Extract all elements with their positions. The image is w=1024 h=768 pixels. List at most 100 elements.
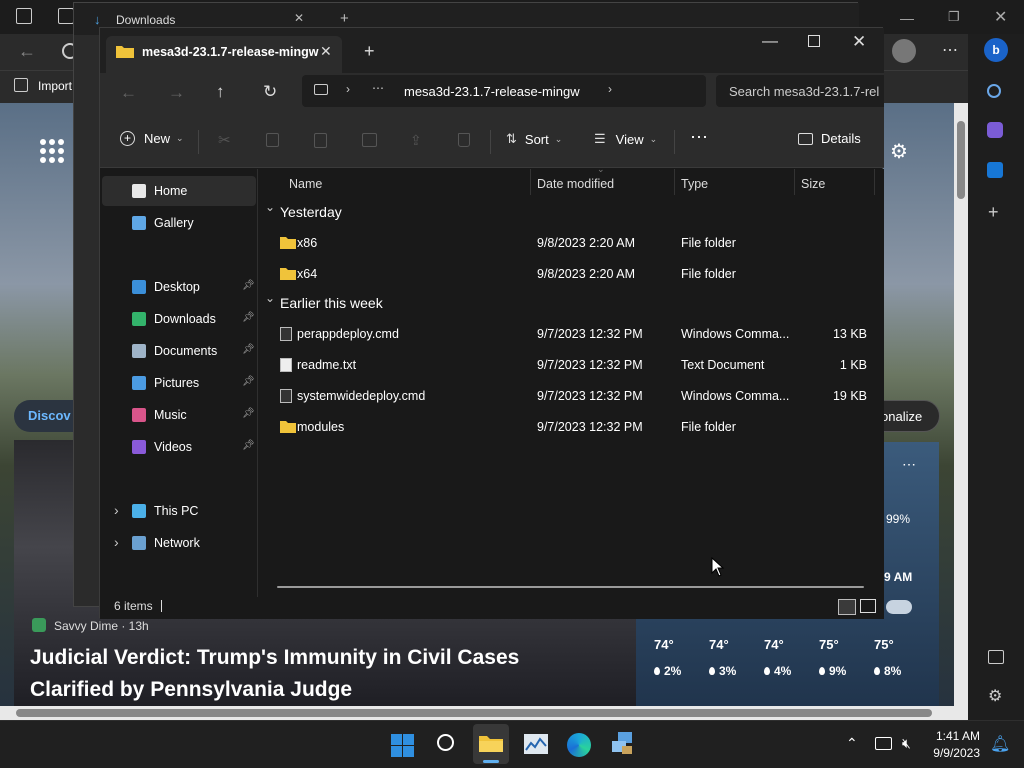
add-sidebar-icon[interactable]: + [988,202,999,223]
file-row[interactable]: readme.txt 9/7/2023 12:32 PM Text Document… [259,350,884,381]
nav-item-downloads[interactable]: Downloads 📌︎ [102,304,256,334]
column-divider[interactable] [874,169,875,195]
browser-close-button[interactable]: ✕ [994,7,1007,27]
explorer-tab[interactable]: mesa3d-23.1.7-release-mingw ✕ [106,36,342,73]
pin-icon[interactable]: 📌︎ [242,280,255,291]
refresh-icon[interactable]: ↻ [263,82,277,102]
nav-item-pictures[interactable]: Pictures 📌︎ [102,368,256,398]
new-button[interactable]: + New ⌄ [120,131,184,146]
new-tab-icon[interactable]: + [364,41,375,62]
new-tab-icon[interactable]: + [340,10,349,27]
article-headline-line2[interactable]: Clarified by Pennsylvania Judge [30,678,352,702]
file-row[interactable]: systemwidedeploy.cmd 9/7/2023 12:32 PM Win… [259,381,884,412]
file-row[interactable]: perappdeploy.cmd 9/7/2023 12:32 PM Windows… [259,319,884,350]
nav-item-this-pc[interactable]: › This PC [102,496,256,526]
nav-item-home[interactable]: Home [102,176,256,206]
browser-menu-icon[interactable]: ⋯ [942,40,958,60]
maximize-button[interactable] [808,35,820,47]
taskbar-explorer-button[interactable] [473,724,509,764]
edge-icon[interactable] [567,733,591,757]
share-icon[interactable]: ⇪ [410,132,422,149]
view-button[interactable]: ☰ View ⌄ [594,131,657,147]
pin-icon[interactable]: 📌︎ [242,312,255,323]
address-bar[interactable]: › ⋯ mesa3d-23.1.7-release-mingw › [302,75,706,107]
sidebar-search-icon[interactable] [987,84,1001,98]
office-icon[interactable] [987,122,1003,138]
group-header[interactable]: ⌄ Earlier this week [259,290,884,318]
copy-icon[interactable] [266,133,279,147]
task-manager-icon[interactable] [524,734,548,754]
nav-item-videos[interactable]: Videos 📌︎ [102,432,256,462]
chevron-right-icon[interactable]: › [346,82,350,96]
pin-icon[interactable]: 📌︎ [242,408,255,419]
favorites-import-link[interactable]: Import [38,79,72,93]
chevron-right-icon[interactable]: › [608,82,612,96]
pin-icon[interactable]: 📌︎ [242,376,255,387]
up-icon[interactable]: ↑ [216,82,225,102]
column-size[interactable]: Size [801,177,825,191]
search-icon[interactable] [437,734,454,751]
page-vertical-scrollbar[interactable] [954,103,968,708]
horizontal-scrollbar[interactable] [277,586,864,588]
close-button[interactable]: ✕ [852,32,866,52]
copilot-icon[interactable]: b [984,38,1008,62]
file-row[interactable]: x64 9/8/2023 2:20 AM File folder [259,259,884,290]
minimize-button[interactable]: — [762,33,778,51]
page-horizontal-scrollbar[interactable] [0,706,968,720]
more-options-icon[interactable]: ⋯ [690,127,708,148]
details-view-icon[interactable] [838,599,856,615]
sidebar-settings-icon[interactable]: ⚙ [988,686,1002,706]
search-box[interactable]: Search mesa3d-23.1.7-rel [716,75,884,107]
profile-avatar[interactable] [892,39,916,63]
browser-restore-button[interactable]: ❐ [948,9,960,25]
personalize-button[interactable]: onalize [878,400,940,432]
browser-minimize-button[interactable]: — [900,10,914,26]
scrollbar-thumb[interactable] [16,709,932,717]
close-tab-icon[interactable]: ✕ [320,43,332,60]
network-icon[interactable] [875,737,892,750]
clock-time[interactable]: 1:41 AM [932,729,980,743]
rename-icon[interactable] [362,133,377,147]
remote-desktop-icon[interactable] [612,732,636,756]
file-row[interactable]: x86 9/8/2023 2:20 AM File folder [259,228,884,259]
back-icon[interactable]: ← [120,83,137,103]
column-divider[interactable] [674,169,675,195]
tiles-view-icon[interactable] [860,599,876,613]
start-icon[interactable] [391,734,414,757]
search-input[interactable]: Search mesa3d-23.1.7-rel [729,84,879,99]
breadcrumb[interactable]: mesa3d-23.1.7-release-mingw [404,84,580,99]
clock-date[interactable]: 9/9/2023 [926,746,980,760]
nav-item-documents[interactable]: Documents 📌︎ [102,336,256,366]
article-headline-line1[interactable]: Judicial Verdict: Trump's Immunity in Ci… [30,646,519,670]
group-header[interactable]: ⌄ Yesterday [259,199,884,227]
nav-item-desktop[interactable]: Desktop 📌︎ [102,272,256,302]
chevron-right-icon[interactable]: › [114,534,119,550]
outlook-icon[interactable] [987,162,1003,178]
file-row[interactable]: modules 9/7/2023 12:32 PM File folder [259,412,884,443]
nav-item-network[interactable]: › Network [102,528,256,558]
page-settings-icon[interactable]: ⚙ [890,139,908,164]
close-icon[interactable]: ✕ [294,11,304,25]
nav-item-music[interactable]: Music 📌︎ [102,400,256,430]
sidebar-toggle-icon[interactable] [988,650,1004,664]
tab-actions-icon[interactable] [16,8,32,24]
weather-more-icon[interactable]: ⋯ [902,456,916,473]
pin-icon[interactable]: 📌︎ [242,440,255,451]
pin-icon[interactable]: 📌︎ [242,344,255,355]
browser-back-icon[interactable]: ← [18,41,36,62]
sort-button[interactable]: ⇅ Sort ⌄ [506,131,562,147]
background-tab-title[interactable]: Downloads [116,13,175,27]
column-divider[interactable] [794,169,795,195]
column-divider[interactable] [530,169,531,195]
apps-grid-icon[interactable] [40,139,64,163]
column-type[interactable]: Type [681,177,708,191]
more-locations-icon[interactable]: ⋯ [372,81,384,95]
cut-icon[interactable]: ✂ [218,131,231,149]
discover-tab[interactable]: Discov [14,400,76,432]
chevron-right-icon[interactable]: › [114,502,119,518]
column-date[interactable]: Date modified [537,177,614,191]
workspaces-icon[interactable] [58,8,74,24]
delete-icon[interactable] [458,133,470,147]
volume-muted-icon[interactable]: 🔇︎ [902,735,911,752]
notification-bell-icon[interactable]: 🔔︎ [990,734,1010,754]
